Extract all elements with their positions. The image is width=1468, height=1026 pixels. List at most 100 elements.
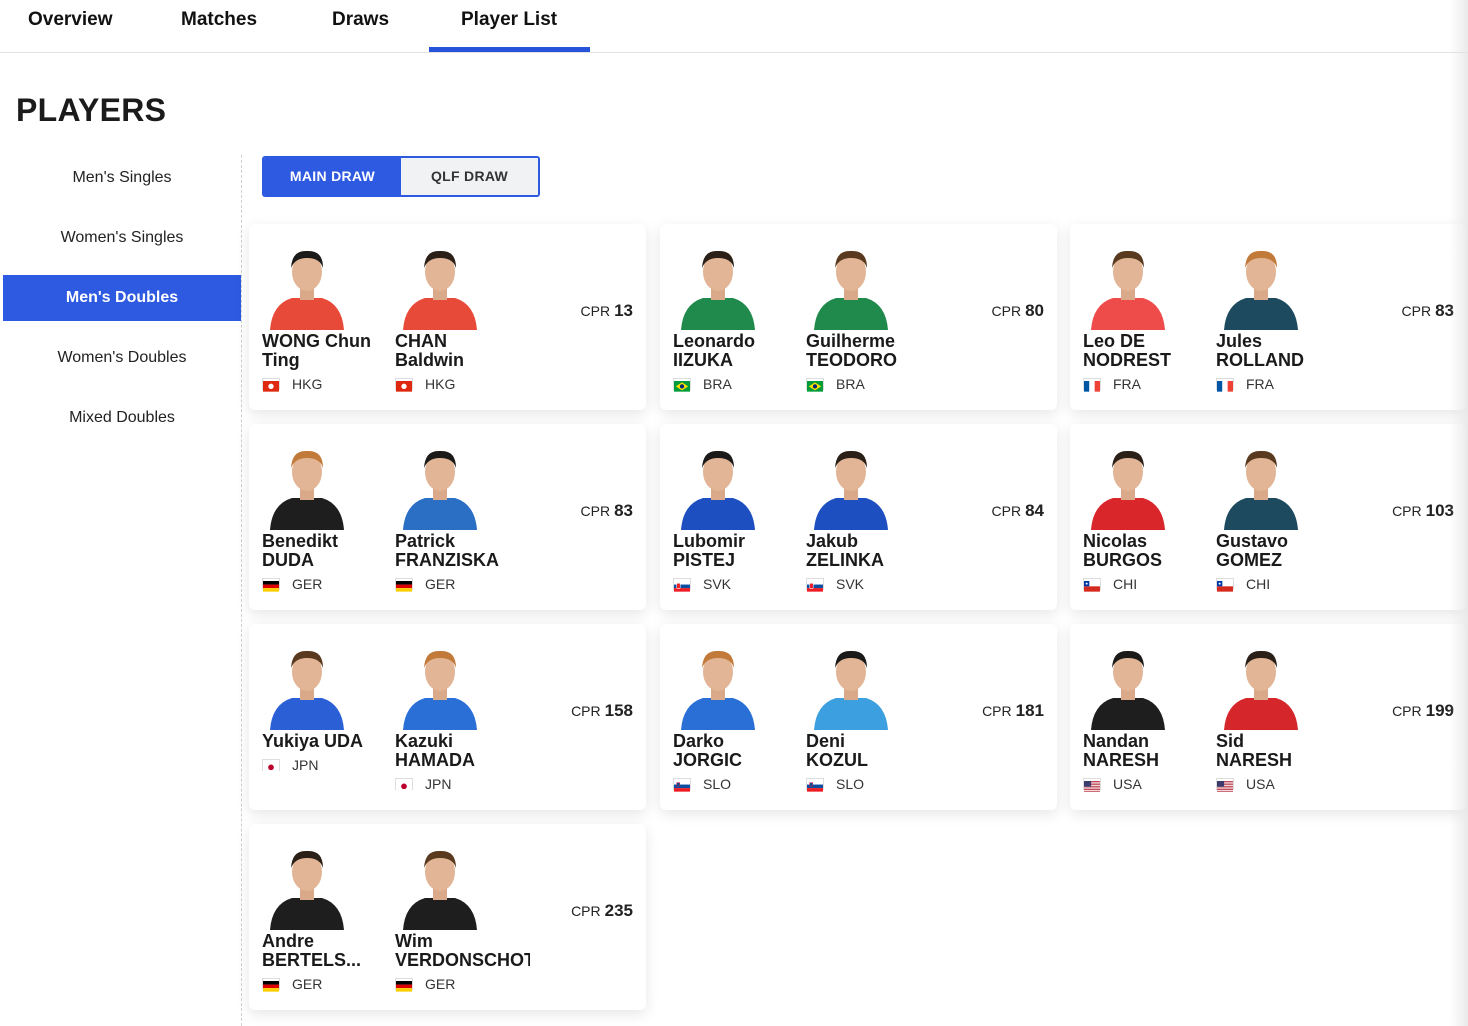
player-photo <box>395 240 485 330</box>
player-name[interactable]: Leonardo IIZUKA <box>673 332 808 370</box>
player-name[interactable]: Leo DE NODREST <box>1083 332 1218 370</box>
player-name[interactable]: CHAN Baldwin <box>395 332 530 370</box>
player-name[interactable]: Jakub ZELINKA <box>806 532 941 570</box>
cpr-label: CPR <box>1401 303 1432 319</box>
player-pair-card[interactable]: Lubomir PISTEJ SVK Jakub ZELINKA SVK CPR 84 <box>660 424 1057 610</box>
cpr-value: 158 <box>604 701 633 720</box>
player-first-name: Guilherme <box>806 332 896 351</box>
player-last-name: ZELINKA <box>806 550 884 570</box>
country-code: SLO <box>703 776 732 792</box>
cpr-ranking: CPR 158 <box>571 701 633 721</box>
player-first-name: Gustavo <box>1216 532 1289 551</box>
player-country: SVK <box>673 576 731 592</box>
player-first-name: Darko <box>673 732 725 751</box>
cpr-label: CPR <box>982 703 1012 719</box>
player-pair-card[interactable]: Yukiya UDA JPN Kazuki HAMADA JPN CPR 158 <box>249 624 646 810</box>
cpr-label: CPR <box>991 503 1022 519</box>
player-name[interactable]: Yukiya UDA <box>262 732 397 751</box>
player-country: FRA <box>1083 376 1141 392</box>
tab-player-list[interactable]: Player List <box>428 0 591 52</box>
sidebar-divider <box>241 155 242 1026</box>
sidebar-item-womens-doubles[interactable]: Women's Doubles <box>3 335 241 381</box>
player-name[interactable]: Benedikt DUDA <box>262 532 397 570</box>
player-first-name: Nandan <box>1083 732 1150 751</box>
sidebar-item-mens-singles[interactable]: Men's Singles <box>3 155 241 201</box>
player-photo <box>262 840 352 930</box>
svk-flag-icon <box>673 578 691 592</box>
cpr-ranking: CPR 83 <box>1402 301 1454 321</box>
bra-flag-icon <box>806 378 824 392</box>
player-country: SLO <box>806 776 864 792</box>
event-sidebar: Men's Singles Women's Singles Men's Doub… <box>3 155 241 455</box>
country-code: CHI <box>1246 576 1271 592</box>
player-name[interactable]: Patrick FRANZISKA <box>395 532 530 570</box>
player-pair-card[interactable]: Benedikt DUDA GER Patrick FRANZISKA GER CPR 83 <box>249 424 646 610</box>
country-code: GER <box>425 576 456 592</box>
player-name[interactable]: Lubomir PISTEJ <box>673 532 808 570</box>
player-name[interactable]: Jules ROLLAND <box>1216 332 1351 370</box>
usa-flag-icon <box>1216 778 1234 792</box>
player-photo <box>806 240 896 330</box>
player-country: CHI <box>1216 576 1270 592</box>
slo-flag-icon <box>806 778 824 792</box>
player-pair-card[interactable]: Andre BERTELS... GER Wim VERDONSCHOT GER CPR 23… <box>249 824 646 1010</box>
player-last-name: Ting <box>262 350 300 370</box>
player-name[interactable]: Guilherme TEODORO <box>806 332 941 370</box>
player-pair-card[interactable]: Nandan NARESH USA Sid NARESH USA CPR 199 <box>1070 624 1467 810</box>
tab-overview[interactable]: Overview <box>28 0 113 52</box>
fra-flag-icon <box>1083 378 1101 392</box>
country-code: HKG <box>425 376 456 392</box>
country-code: HKG <box>292 376 323 392</box>
qlf-draw-button[interactable]: QLF DRAW <box>401 158 538 195</box>
cpr-ranking: CPR 80 <box>992 301 1044 321</box>
sidebar-item-mixed-doubles[interactable]: Mixed Doubles <box>3 395 241 441</box>
player-first-name: Leo DE <box>1083 332 1146 351</box>
main-draw-button[interactable]: MAIN DRAW <box>264 158 401 195</box>
player-name[interactable]: Andre BERTELS... <box>262 932 397 970</box>
player-pair-card[interactable]: Leo DE NODREST FRA Jules ROLLAND FRA CPR 83 <box>1070 224 1467 410</box>
player-name[interactable]: Sid NARESH <box>1216 732 1351 770</box>
player-last-name: DUDA <box>262 550 314 570</box>
country-code: FRA <box>1113 376 1141 392</box>
cpr-label: CPR <box>580 303 611 319</box>
player-name[interactable]: Nandan NARESH <box>1083 732 1218 770</box>
player-name[interactable]: Gustavo GOMEZ <box>1216 532 1351 570</box>
tab-matches[interactable]: Matches <box>181 0 257 52</box>
country-code: USA <box>1113 776 1142 792</box>
player-pair-card[interactable]: Leonardo IIZUKA BRA Guilherme TEODORO BRA CPR 8… <box>660 224 1057 410</box>
ger-flag-icon <box>262 978 280 992</box>
player-first-name: Leonardo <box>673 332 756 351</box>
tab-draws[interactable]: Draws <box>332 0 389 52</box>
player-first-name: Andre <box>262 932 315 951</box>
player-last-name: NARESH <box>1216 750 1293 770</box>
player-country: SVK <box>806 576 864 592</box>
player-name[interactable]: Deni KOZUL <box>806 732 941 770</box>
player-country: BRA <box>806 376 865 392</box>
player-last-name: IIZUKA <box>673 350 733 370</box>
cpr-value: 199 <box>1425 701 1454 720</box>
player-pair-card[interactable]: WONG Chun Ting HKG CHAN Baldwin HKG CPR 13 <box>249 224 646 410</box>
sidebar-item-mens-doubles[interactable]: Men's Doubles <box>3 275 241 321</box>
player-country: GER <box>395 576 455 592</box>
chi-flag-icon <box>1083 578 1101 592</box>
player-first-name: Jules <box>1216 332 1263 351</box>
sidebar-item-womens-singles[interactable]: Women's Singles <box>3 215 241 261</box>
player-name[interactable]: WONG Chun Ting <box>262 332 397 370</box>
player-photo <box>673 440 763 530</box>
player-name[interactable]: Kazuki HAMADA <box>395 732 530 770</box>
player-name[interactable]: Darko JORGIC <box>673 732 808 770</box>
player-name[interactable]: Wim VERDONSCHOT <box>395 932 530 970</box>
player-country: JPN <box>262 757 318 773</box>
cpr-label: CPR <box>1392 503 1422 519</box>
player-photo <box>673 240 763 330</box>
cpr-value: 181 <box>1015 701 1044 720</box>
player-country: USA <box>1216 776 1275 792</box>
hkg-flag-icon <box>262 378 280 392</box>
page-title: PLAYERS <box>16 92 167 128</box>
player-pair-card[interactable]: Darko JORGIC SLO Deni KOZUL SLO CPR 181 <box>660 624 1057 810</box>
usa-flag-icon <box>1083 778 1101 792</box>
player-name[interactable]: Nicolas BURGOS <box>1083 532 1218 570</box>
player-first-name: Sid <box>1216 732 1245 751</box>
country-code: SVK <box>836 576 865 592</box>
player-pair-card[interactable]: Nicolas BURGOS CHI Gustavo GOMEZ CHI CPR 103 <box>1070 424 1467 610</box>
